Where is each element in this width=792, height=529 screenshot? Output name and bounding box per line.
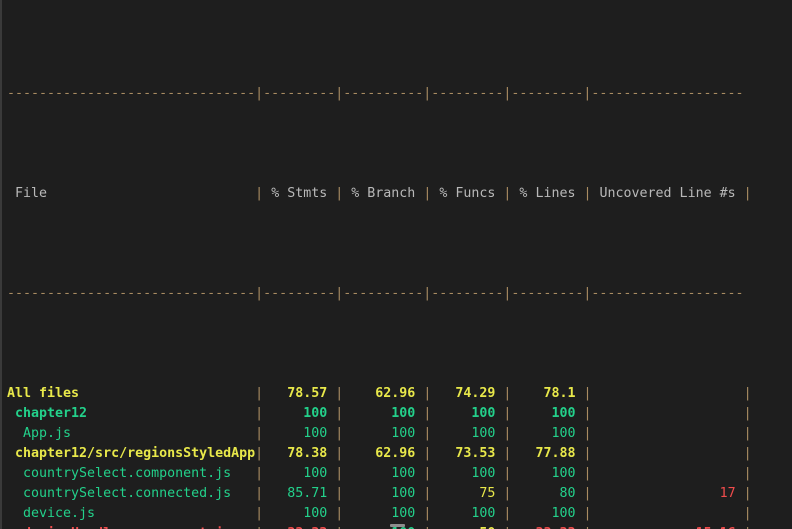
table-rule-header: -------------------------------|--------…: [7, 286, 744, 301]
table-row: App.js | 100 | 100 | 100 | 100 | |: [7, 424, 792, 444]
cell-uncovered: 17: [591, 486, 744, 501]
column-separator: |: [743, 466, 752, 481]
table-row: chapter12 | 100 | 100 | 100 | 100 | |: [7, 404, 792, 424]
column-separator: |: [583, 406, 592, 421]
cell-file: countrySelect.component.js: [7, 466, 256, 481]
column-separator: |: [743, 386, 752, 401]
cell-lines: 100: [511, 406, 584, 421]
cell-funcs: 100: [431, 426, 504, 441]
cell-stmts: 100: [263, 406, 336, 421]
column-separator: |: [583, 426, 592, 441]
cell-uncovered: [592, 466, 744, 481]
cell-uncovered: [592, 506, 744, 521]
column-separator: |: [743, 506, 752, 521]
coverage-table-body: All files | 78.57 | 62.96 | 74.29 | 78.1…: [7, 384, 792, 529]
cell-lines: 100: [511, 426, 584, 441]
column-header-4: % Funcs: [431, 186, 504, 201]
column-separator: |: [255, 506, 264, 521]
column-separator: |: [743, 426, 752, 441]
cell-lines: 78.1: [511, 386, 584, 401]
column-separator: |: [583, 466, 592, 481]
column-header-5: % Lines: [511, 186, 584, 201]
column-header-6: Uncovered Line #s: [591, 186, 744, 201]
column-header-2: % Stmts: [263, 186, 336, 201]
cell-file: countrySelect.connected.js: [7, 486, 256, 501]
cell-stmts: 85.71: [263, 486, 336, 501]
cell-stmts: 100: [263, 466, 336, 481]
cell-uncovered: [592, 426, 744, 441]
cell-stmts: 78.38: [263, 446, 336, 461]
terminal-window: -------------------------------|--------…: [0, 0, 792, 529]
column-separator: |: [743, 446, 752, 461]
column-separator: |: [255, 426, 264, 441]
column-separator: |: [255, 186, 264, 201]
column-separator: |: [743, 486, 752, 501]
cell-branch: 62.96: [343, 446, 424, 461]
cell-file: chapter12: [7, 406, 256, 421]
column-separator: |: [255, 486, 264, 501]
cell-branch: 62.96: [343, 386, 424, 401]
table-row: countrySelect.connected.js | 85.71 | 100…: [7, 484, 792, 504]
table-row: device.js | 100 | 100 | 100 | 100 | |: [7, 504, 792, 524]
cell-funcs: 100: [431, 406, 504, 421]
cell-stmts: 100: [263, 506, 336, 521]
column-separator: |: [743, 186, 752, 201]
column-separator: |: [583, 186, 592, 201]
cell-lines: 77.88: [511, 446, 584, 461]
cell-branch: 100: [343, 466, 424, 481]
cell-funcs: 100: [431, 506, 504, 521]
column-separator: |: [255, 386, 264, 401]
cell-file: All files: [7, 386, 256, 401]
table-row: chapter12/src/regionsStyledApp| 78.38 | …: [7, 444, 792, 464]
cell-branch: 100: [343, 506, 424, 521]
column-header-1: File: [7, 186, 256, 201]
column-separator: |: [255, 466, 264, 481]
cell-branch: 100: [343, 486, 424, 501]
cell-lines: 100: [511, 466, 584, 481]
table-rule-top: -------------------------------|--------…: [7, 86, 744, 101]
cell-file: device.js: [7, 506, 256, 521]
table-header-row: File | % Stmts | % Branch | % Funcs | % …: [7, 184, 792, 204]
cell-uncovered: [592, 446, 744, 461]
cell-funcs: 100: [431, 466, 504, 481]
cell-lines: 80: [511, 486, 584, 501]
cell-funcs: 73.53: [431, 446, 504, 461]
cell-uncovered: [592, 386, 744, 401]
cell-funcs: 74.29: [431, 386, 504, 401]
cell-stmts: 100: [263, 426, 336, 441]
column-separator: |: [583, 446, 592, 461]
cell-funcs: 75: [431, 486, 504, 501]
table-row: countrySelect.component.js | 100 | 100 |…: [7, 464, 792, 484]
column-separator: |: [743, 406, 752, 421]
cell-file: App.js: [7, 426, 256, 441]
cell-branch: 100: [343, 406, 424, 421]
cell-file: chapter12/src/regionsStyledApp: [7, 446, 256, 461]
column-separator: |: [583, 486, 592, 501]
cell-branch: 100: [343, 426, 424, 441]
column-separator: |: [583, 506, 592, 521]
column-separator: |: [255, 446, 264, 461]
cell-stmts: 78.57: [263, 386, 336, 401]
horizontal-scrollbar[interactable]: [390, 524, 405, 527]
column-separator: |: [255, 406, 264, 421]
cell-lines: 100: [511, 506, 584, 521]
cell-uncovered: [592, 406, 744, 421]
column-header-3: % Branch: [343, 186, 424, 201]
table-row: All files | 78.57 | 62.96 | 74.29 | 78.1…: [7, 384, 792, 404]
column-separator: |: [583, 386, 592, 401]
